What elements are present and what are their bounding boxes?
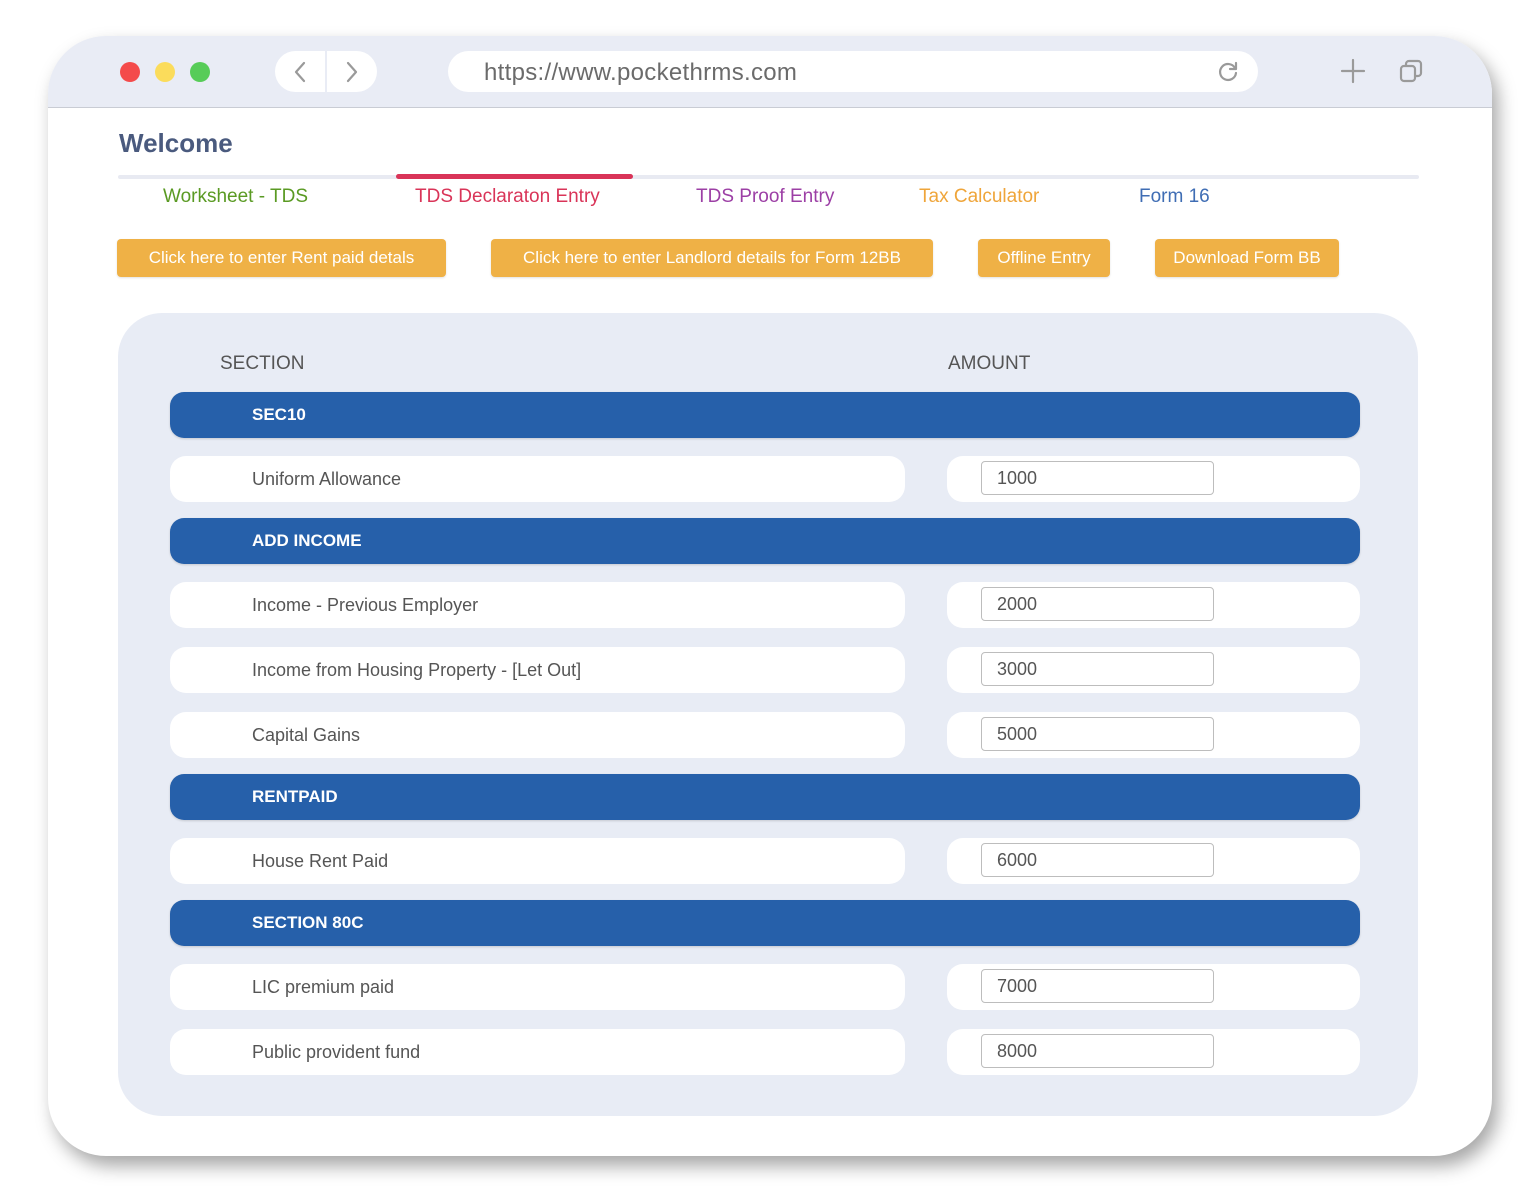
- browser-titlebar: https://www.pockethrms.com: [48, 36, 1492, 108]
- section-title: RENTPAID: [252, 787, 338, 806]
- row-label: Public provident fund: [252, 1042, 421, 1062]
- close-window-button[interactable]: [120, 62, 140, 82]
- amount-input[interactable]: [981, 717, 1214, 751]
- column-header-amount: AMOUNT: [948, 353, 1031, 374]
- tab-tds-proof-entry[interactable]: TDS Proof Entry: [696, 186, 834, 208]
- forward-button[interactable]: [327, 51, 377, 92]
- page-title: Welcome: [119, 128, 233, 158]
- table-row: Public provident fund: [170, 1029, 905, 1075]
- amount-input[interactable]: [981, 587, 1214, 621]
- section-header: RENTPAID: [170, 774, 1360, 820]
- amount-input[interactable]: [981, 843, 1214, 877]
- table-row: Uniform Allowance: [170, 456, 905, 502]
- enter-landlord-details-button[interactable]: Click here to enter Landlord details for…: [491, 239, 933, 277]
- enter-rent-paid-details-button[interactable]: Click here to enter Rent paid detals: [117, 239, 446, 277]
- back-button[interactable]: [275, 51, 325, 92]
- chevron-left-icon: [294, 61, 306, 82]
- tab-overview-icon[interactable]: [1398, 58, 1424, 84]
- amount-input[interactable]: [981, 969, 1214, 1003]
- section-title: ADD INCOME: [252, 531, 362, 550]
- maximize-window-button[interactable]: [190, 62, 210, 82]
- section-title: SEC10: [252, 405, 306, 424]
- amount-cell: [947, 1029, 1360, 1075]
- navigation-buttons: [275, 51, 377, 92]
- table-row: LIC premium paid: [170, 964, 905, 1010]
- column-header-section: SECTION: [220, 353, 305, 374]
- url-text[interactable]: https://www.pockethrms.com: [484, 59, 797, 87]
- tab-strip-divider: [118, 175, 1419, 179]
- amount-cell: [947, 582, 1360, 628]
- tab-form-16[interactable]: Form 16: [1139, 186, 1210, 208]
- row-label: Income from Housing Property - [Let Out]: [252, 660, 582, 680]
- offline-entry-button[interactable]: Offline Entry: [978, 239, 1110, 277]
- table-row: Income - Previous Employer: [170, 582, 905, 628]
- amount-cell: [947, 964, 1360, 1010]
- tab-tax-calculator[interactable]: Tax Calculator: [919, 186, 1039, 208]
- table-row: House Rent Paid: [170, 838, 905, 884]
- row-label: Income - Previous Employer: [252, 595, 479, 615]
- new-tab-icon[interactable]: [1340, 58, 1366, 84]
- section-title: SECTION 80C: [252, 913, 364, 932]
- amount-cell: [947, 712, 1360, 758]
- active-tab-indicator: [396, 174, 633, 179]
- amount-input[interactable]: [981, 1034, 1214, 1068]
- amount-cell: [947, 456, 1360, 502]
- amount-cell: [947, 647, 1360, 693]
- section-header: ADD INCOME: [170, 518, 1360, 564]
- section-header: SECTION 80C: [170, 900, 1360, 946]
- section-header: SEC10: [170, 392, 1360, 438]
- row-label: Capital Gains: [252, 725, 361, 745]
- amount-input[interactable]: [981, 461, 1214, 495]
- reload-icon[interactable]: [1216, 60, 1240, 84]
- table-row: Income from Housing Property - [Let Out]: [170, 647, 905, 693]
- row-label: House Rent Paid: [252, 851, 389, 871]
- tab-tds-declaration-entry[interactable]: TDS Declaraton Entry: [415, 186, 600, 208]
- declaration-table: SECTION AMOUNT SEC10 Uniform Allowance A…: [118, 313, 1418, 1116]
- table-row: Capital Gains: [170, 712, 905, 758]
- row-label: Uniform Allowance: [252, 469, 402, 489]
- row-label: LIC premium paid: [252, 977, 395, 997]
- tab-worksheet-tds[interactable]: Worksheet - TDS: [163, 186, 308, 208]
- browser-window: https://www.pockethrms.com Welcome Works…: [48, 36, 1492, 1156]
- chevron-right-icon: [346, 61, 358, 82]
- amount-cell: [947, 838, 1360, 884]
- download-form-bb-button[interactable]: Download Form BB: [1155, 239, 1339, 277]
- minimize-window-button[interactable]: [155, 62, 175, 82]
- address-bar[interactable]: https://www.pockethrms.com: [448, 51, 1258, 92]
- amount-input[interactable]: [981, 652, 1214, 686]
